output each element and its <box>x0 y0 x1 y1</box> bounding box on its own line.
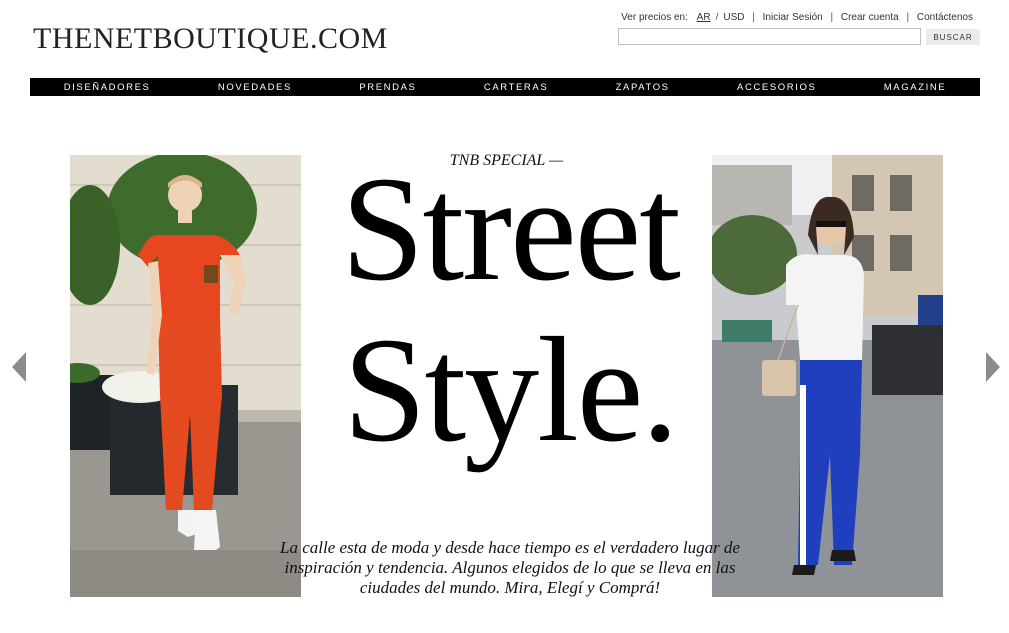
hero-headline-line2: Style. <box>343 307 679 473</box>
search-button[interactable]: BUSCAR <box>926 29 980 45</box>
carousel-prev-arrow[interactable] <box>12 352 26 382</box>
nav-item-carteras[interactable]: CARTERAS <box>484 82 548 93</box>
divider: | <box>830 12 834 23</box>
site-logo[interactable]: THENETBOUTIQUE.COM <box>33 22 388 56</box>
nav-item-accesorios[interactable]: ACCESORIOS <box>737 82 816 93</box>
hero-headline-line1: Street <box>341 146 681 312</box>
nav-item-magazine[interactable]: MAGAZINE <box>884 82 946 93</box>
currency-usd-link[interactable]: USD <box>723 12 744 23</box>
nav-item-prendas[interactable]: PRENDAS <box>359 82 416 93</box>
top-links: Ver precios en: AR / USD | Iniciar Sesión … <box>621 12 973 23</box>
divider: | <box>752 12 755 23</box>
carousel-next-arrow[interactable] <box>986 352 1000 382</box>
divider: / <box>715 12 719 23</box>
register-link[interactable]: Crear cuenta <box>841 12 899 23</box>
hero-description: La calle esta de moda y desde hace tiemp… <box>280 538 740 597</box>
hero-banner[interactable]: TNB SPECIAL — Street Style. La calle est… <box>70 146 943 597</box>
main-nav: DISEÑADORES NOVEDADES PRENDAS CARTERAS Z… <box>30 78 980 96</box>
nav-item-disenadores[interactable]: DISEÑADORES <box>64 82 151 93</box>
currency-ar-link[interactable]: AR <box>697 12 711 23</box>
divider: | <box>906 12 910 23</box>
search-input[interactable] <box>618 28 921 45</box>
nav-item-zapatos[interactable]: ZAPATOS <box>616 82 670 93</box>
login-link[interactable]: Iniciar Sesión <box>763 12 823 23</box>
contact-link[interactable]: Contáctenos <box>917 12 973 23</box>
prices-label: Ver precios en: <box>621 12 688 23</box>
nav-item-novedades[interactable]: NOVEDADES <box>218 82 292 93</box>
